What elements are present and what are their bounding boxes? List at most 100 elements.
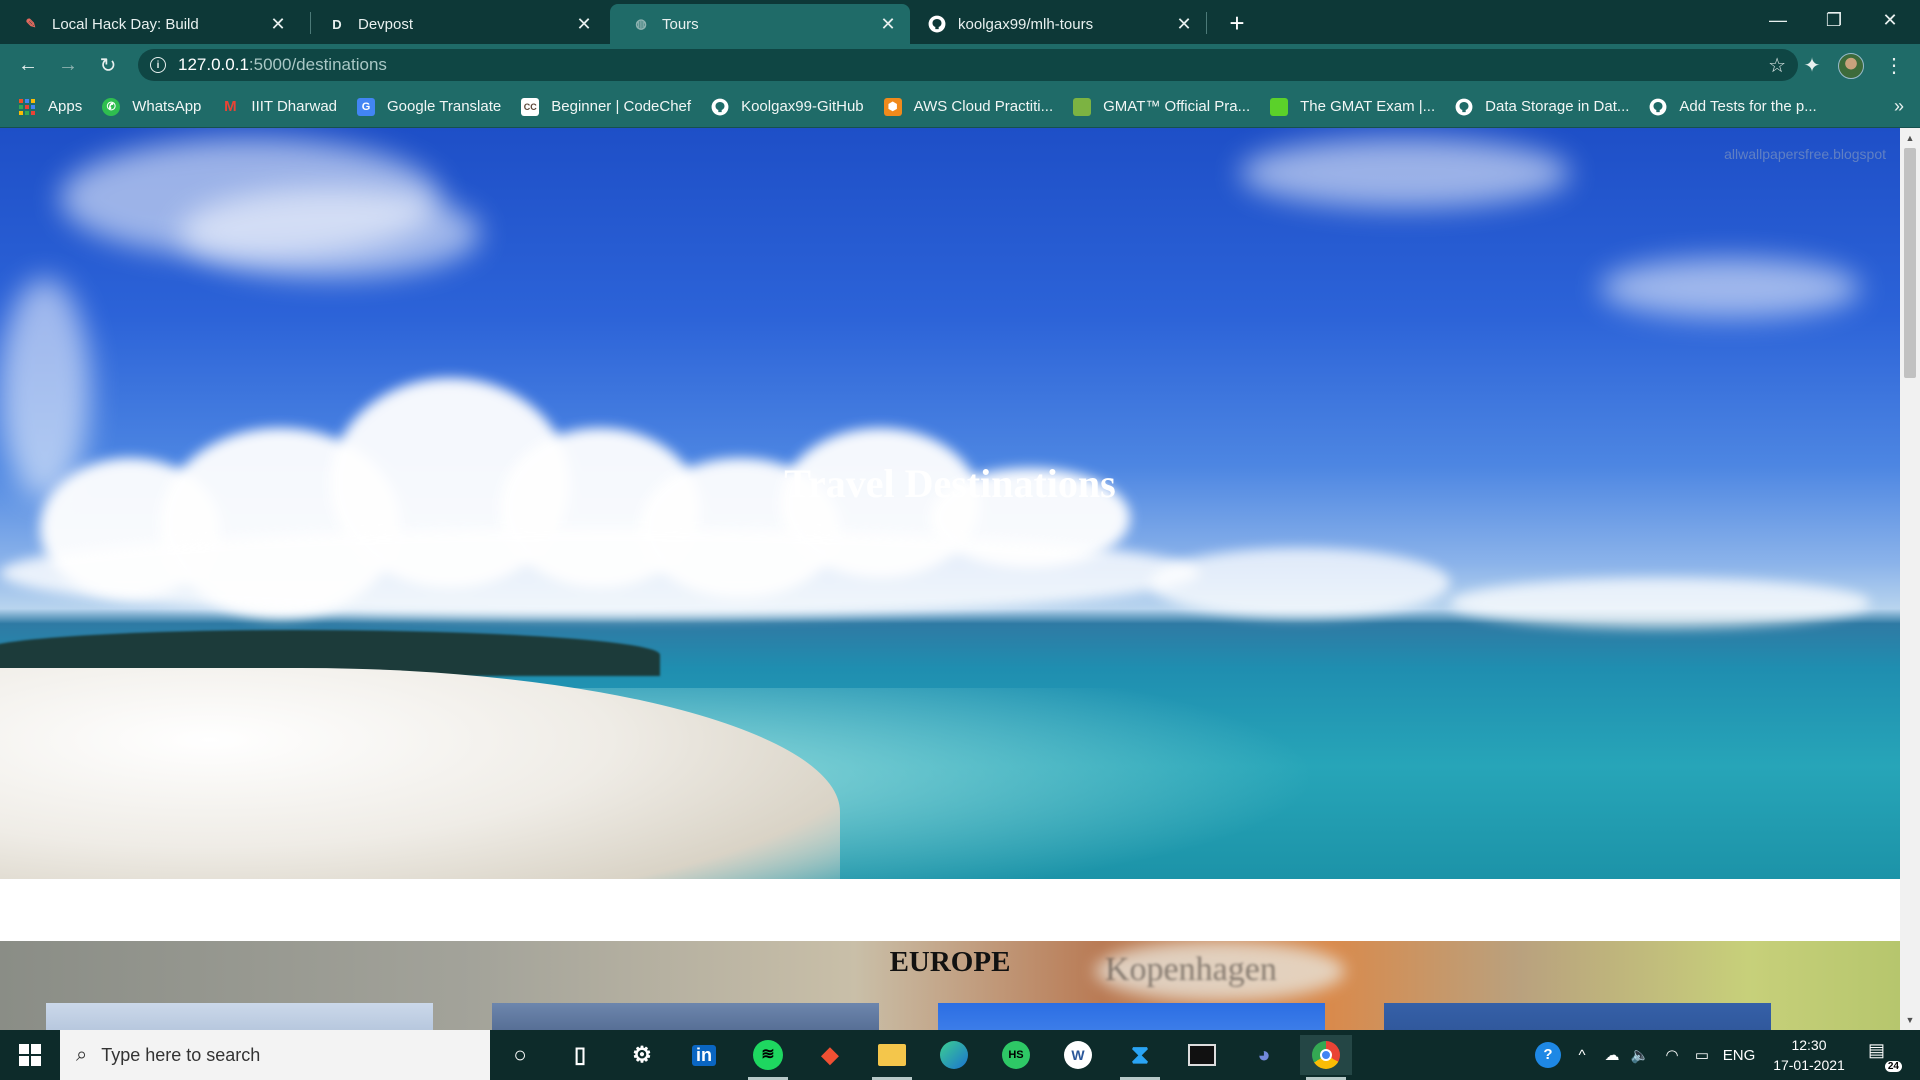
bookmarks-overflow-chevron-icon[interactable]: » bbox=[1894, 96, 1904, 117]
cloud-band bbox=[0, 528, 1200, 618]
close-icon[interactable]: ✕ bbox=[878, 14, 898, 34]
help-icon[interactable]: ? bbox=[1530, 1030, 1566, 1080]
vscode-icon[interactable]: ⧗ bbox=[1114, 1035, 1166, 1080]
reload-button[interactable]: ↻ bbox=[92, 49, 124, 81]
bookmark-koolgax99-github[interactable]: Koolgax99-GitHub bbox=[711, 98, 864, 116]
address-bar[interactable]: i 127.0.0.1:5000/destinations ☆ bbox=[138, 49, 1798, 81]
mlh-icon: ✎ bbox=[25, 16, 37, 31]
taskbar-search-box[interactable]: ⌕ Type here to search bbox=[60, 1030, 490, 1080]
whatsapp-icon: ✆ bbox=[102, 97, 121, 116]
input-language[interactable]: ENG bbox=[1718, 1030, 1760, 1080]
forward-button[interactable]: → bbox=[52, 49, 84, 81]
hackerrank-icon[interactable]: HS bbox=[990, 1035, 1042, 1075]
cloud-wisp bbox=[1240, 138, 1570, 208]
terminal-icon[interactable] bbox=[1176, 1035, 1228, 1075]
tab-devpost[interactable]: D Devpost ✕ bbox=[306, 4, 606, 44]
new-tab-button[interactable]: + bbox=[1222, 8, 1252, 38]
notification-count-badge: 24 bbox=[1884, 1061, 1902, 1072]
spotify-icon[interactable]: ≋ bbox=[742, 1035, 794, 1080]
bookmark-star-icon[interactable]: ☆ bbox=[1768, 53, 1786, 78]
bookmark-gmat-official[interactable]: GMAT™ Official Pra... bbox=[1073, 97, 1250, 116]
bookmark-label: Data Storage in Dat... bbox=[1485, 98, 1630, 115]
clock-time: 12:30 bbox=[1791, 1037, 1827, 1053]
search-icon: ⌕ bbox=[76, 1043, 88, 1066]
tray-chevron-up-icon[interactable]: ^ bbox=[1568, 1030, 1596, 1080]
back-button[interactable]: ← bbox=[12, 49, 44, 81]
github-icon bbox=[1455, 98, 1473, 116]
bookmark-gmat-exam[interactable]: The GMAT Exam |... bbox=[1270, 97, 1435, 116]
hero-title: Travel Destinations bbox=[784, 461, 1116, 506]
cumulus-cloud bbox=[1150, 548, 1450, 618]
destination-card[interactable] bbox=[46, 1003, 433, 1030]
restore-button[interactable]: ❐ bbox=[1806, 0, 1862, 40]
start-button[interactable] bbox=[0, 1030, 60, 1080]
bookmark-iiit-dharwad[interactable]: M IIIT Dharwad bbox=[221, 98, 337, 116]
close-window-button[interactable]: ✕ bbox=[1862, 0, 1918, 40]
wifi-icon[interactable]: ◠ bbox=[1658, 1030, 1686, 1080]
linkedin-icon[interactable]: in bbox=[678, 1035, 730, 1075]
cortana-icon[interactable]: ○ bbox=[494, 1035, 546, 1075]
discord-icon[interactable]: ◕ bbox=[1238, 1035, 1290, 1075]
close-icon[interactable]: ✕ bbox=[268, 14, 288, 34]
task-view-icon[interactable]: ▯ bbox=[554, 1035, 606, 1075]
close-icon[interactable]: ✕ bbox=[1174, 14, 1194, 34]
gmail-icon: M bbox=[224, 98, 237, 115]
tab-divider bbox=[1206, 12, 1207, 34]
volume-icon[interactable]: 🔈 bbox=[1626, 1030, 1654, 1080]
gmat-green-icon bbox=[1270, 97, 1289, 116]
settings-icon[interactable]: ⚙ bbox=[616, 1035, 668, 1075]
bookmarks-bar: Apps ✆ WhatsApp M IIIT Dharwad G Google … bbox=[0, 86, 1920, 128]
battery-icon[interactable]: ▭ bbox=[1688, 1030, 1716, 1080]
tab-local-hack-day[interactable]: ✎ Local Hack Day: Build ✕ bbox=[0, 4, 300, 44]
bookmark-apps[interactable]: Apps bbox=[18, 98, 82, 116]
cloud-wisp bbox=[1600, 258, 1860, 318]
windows-logo-icon bbox=[19, 1044, 41, 1066]
git-icon[interactable]: ◆ bbox=[804, 1035, 856, 1075]
page-scrollbar[interactable]: ▲ ▼ bbox=[1900, 128, 1920, 1030]
edge-icon[interactable] bbox=[928, 1035, 980, 1075]
chrome-icon[interactable] bbox=[1300, 1035, 1352, 1080]
notification-center-icon[interactable]: ▤ 24 bbox=[1868, 1040, 1902, 1072]
bookmark-whatsapp[interactable]: ✆ WhatsApp bbox=[102, 97, 202, 116]
profile-avatar[interactable] bbox=[1838, 53, 1864, 79]
tab-tours[interactable]: ◍ Tours ✕ bbox=[610, 4, 910, 44]
page-viewport: allwallpapersfree.blogspot Travel Destin… bbox=[0, 128, 1900, 1030]
apps-grid-icon bbox=[18, 98, 36, 116]
windows-taskbar: ⌕ Type here to search ○ ▯ ⚙ in ≋ ◆ HS W … bbox=[0, 1030, 1920, 1080]
scroll-up-arrow-icon[interactable]: ▲ bbox=[1900, 130, 1920, 146]
scroll-down-arrow-icon[interactable]: ▼ bbox=[1900, 1012, 1920, 1028]
codechef-icon: CC bbox=[521, 97, 540, 116]
tab-title: Tours bbox=[662, 15, 699, 33]
github-icon bbox=[711, 98, 729, 116]
bookmark-aws[interactable]: ⬢ AWS Cloud Practiti... bbox=[883, 97, 1053, 116]
close-icon[interactable]: ✕ bbox=[574, 14, 594, 34]
bookmark-label: WhatsApp bbox=[132, 98, 202, 115]
bookmark-google-translate[interactable]: G Google Translate bbox=[357, 97, 501, 116]
destination-card[interactable] bbox=[938, 1003, 1325, 1030]
extensions-puzzle-icon[interactable]: ✦ bbox=[1796, 49, 1828, 81]
tab-title: koolgax99/mlh-tours bbox=[958, 15, 1094, 33]
bookmark-codechef[interactable]: CC Beginner | CodeChef bbox=[521, 97, 691, 116]
hero-banner: allwallpapersfree.blogspot Travel Destin… bbox=[0, 128, 1900, 879]
devpost-icon: D bbox=[332, 16, 342, 32]
europe-section: Kopenhagen EUROPE bbox=[0, 941, 1900, 1030]
onedrive-cloud-icon[interactable]: ☁ bbox=[1598, 1030, 1626, 1080]
clock-date: 17-01-2021 bbox=[1773, 1057, 1845, 1073]
aws-icon: ⬢ bbox=[883, 97, 902, 116]
word-icon[interactable]: W bbox=[1052, 1035, 1104, 1075]
site-info-icon[interactable]: i bbox=[150, 57, 166, 73]
menu-kebab-icon[interactable]: ⋮ bbox=[1878, 49, 1910, 81]
bookmark-label: Koolgax99-GitHub bbox=[741, 98, 864, 115]
file-explorer-icon[interactable] bbox=[866, 1035, 918, 1080]
bookmark-add-tests[interactable]: Add Tests for the p... bbox=[1649, 98, 1817, 116]
system-clock[interactable]: 12:30 17-01-2021 bbox=[1764, 1035, 1854, 1075]
minimize-button[interactable]: — bbox=[1750, 0, 1806, 40]
tab-github-mlh-tours[interactable]: koolgax99/mlh-tours ✕ bbox=[906, 4, 1206, 44]
destination-card[interactable] bbox=[492, 1003, 879, 1030]
search-placeholder: Type here to search bbox=[101, 1044, 261, 1065]
scrollbar-thumb[interactable] bbox=[1904, 148, 1916, 378]
cumulus-cloud bbox=[1450, 578, 1870, 628]
url-path: :5000/destinations bbox=[248, 55, 387, 74]
destination-card[interactable] bbox=[1384, 1003, 1771, 1030]
bookmark-data-storage[interactable]: Data Storage in Dat... bbox=[1455, 98, 1629, 116]
